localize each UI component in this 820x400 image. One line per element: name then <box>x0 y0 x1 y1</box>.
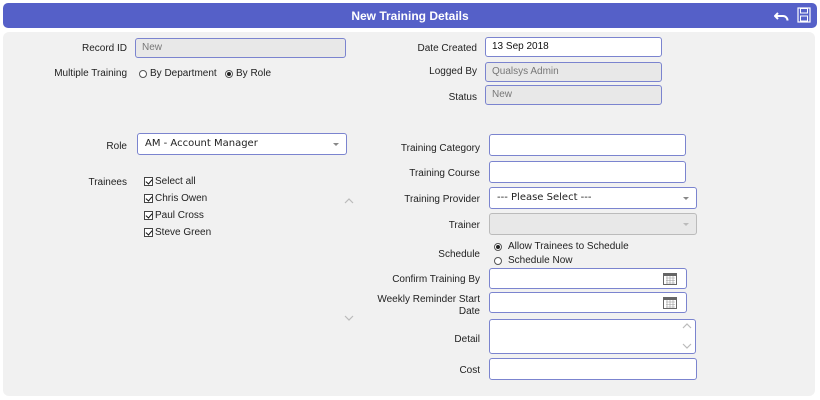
trainer-label: Trainer <box>448 220 480 231</box>
trainee-name: Steve Green <box>155 227 212 238</box>
training-provider-label: Training Provider <box>404 194 480 205</box>
save-icon[interactable] <box>797 7 811 23</box>
confirm-training-by-field[interactable] <box>489 268 687 289</box>
checkbox-box[interactable] <box>144 194 153 203</box>
select-all-label: Select all <box>155 176 196 187</box>
trainee-paul-cross[interactable]: Paul Cross <box>144 210 204 221</box>
checkbox-box[interactable] <box>144 228 153 237</box>
trainee-name: Chris Owen <box>155 193 208 204</box>
training-provider-select[interactable]: --- Please Select --- <box>489 187 697 209</box>
scroll-down-icon[interactable] <box>344 314 354 322</box>
record-id-label: Record ID <box>81 43 127 54</box>
undo-icon[interactable] <box>774 7 790 23</box>
training-course-label: Training Course <box>409 168 480 179</box>
page-title: New Training Details <box>351 9 469 23</box>
detail-scroll-down-icon[interactable] <box>682 342 692 350</box>
logged-by-field: Qualsys Admin <box>485 62 662 82</box>
scroll-up-icon[interactable] <box>344 197 354 205</box>
weekly-reminder-label: Weekly Reminder Start Date <box>360 294 480 318</box>
cost-field[interactable] <box>489 358 697 380</box>
checkbox-box[interactable] <box>144 177 153 186</box>
training-course-field[interactable] <box>489 161 686 183</box>
training-provider-value: --- Please Select --- <box>497 192 592 203</box>
date-created-field[interactable]: 13 Sep 2018 <box>485 37 662 57</box>
detail-scroll-up-icon[interactable] <box>682 322 692 330</box>
status-field: New <box>485 85 662 105</box>
calendar-icon[interactable] <box>663 272 677 285</box>
role-select-value: AM - Account Manager <box>145 138 258 149</box>
weekly-reminder-label-line2: Date <box>458 306 480 317</box>
radio-circle-selected[interactable] <box>225 69 233 78</box>
chevron-down-icon <box>683 197 689 200</box>
date-created-label: Date Created <box>417 43 477 54</box>
chevron-down-icon <box>333 143 339 146</box>
radio-circle[interactable] <box>139 69 147 78</box>
by-department-label: By Department <box>150 68 217 79</box>
by-role-label: By Role <box>236 68 272 79</box>
schedule-now-label: Schedule Now <box>508 255 573 266</box>
calendar-icon[interactable] <box>663 296 677 309</box>
trainer-select <box>489 213 697 235</box>
status-label: Status <box>448 92 477 103</box>
by-role-radio[interactable]: By Role <box>225 68 271 79</box>
checkbox-box[interactable] <box>144 211 153 220</box>
radio-circle[interactable] <box>494 256 502 265</box>
role-select[interactable]: AM - Account Manager <box>137 133 347 155</box>
title-bar: New Training Details <box>3 3 817 28</box>
training-category-label: Training Category <box>400 143 480 154</box>
record-id-field: New <box>135 38 346 58</box>
role-label: Role <box>106 141 127 152</box>
select-all-checkbox[interactable]: Select all <box>144 176 196 187</box>
multiple-training-label: Multiple Training <box>54 68 127 79</box>
radio-circle-selected[interactable] <box>494 242 502 251</box>
weekly-reminder-label-line1: Weekly Reminder Start <box>377 294 480 305</box>
allow-trainees-label: Allow Trainees to Schedule <box>508 241 629 252</box>
trainee-chris-owen[interactable]: Chris Owen <box>144 193 207 204</box>
trainee-name: Paul Cross <box>155 210 204 221</box>
schedule-now-radio[interactable]: Schedule Now <box>494 255 572 266</box>
confirm-training-by-label: Confirm Training By <box>392 274 480 285</box>
weekly-reminder-field[interactable] <box>489 292 687 313</box>
detail-label: Detail <box>454 334 480 345</box>
trainees-label: Trainees <box>88 177 127 188</box>
detail-textarea[interactable] <box>489 319 696 354</box>
cost-label: Cost <box>459 365 480 376</box>
trainee-steve-green[interactable]: Steve Green <box>144 227 211 238</box>
allow-trainees-schedule-radio[interactable]: Allow Trainees to Schedule <box>494 241 629 252</box>
by-department-radio[interactable]: By Department <box>139 68 217 79</box>
chevron-down-icon <box>683 223 689 226</box>
logged-by-label: Logged By <box>429 66 477 77</box>
schedule-label: Schedule <box>438 249 480 260</box>
training-category-field[interactable] <box>489 134 686 156</box>
